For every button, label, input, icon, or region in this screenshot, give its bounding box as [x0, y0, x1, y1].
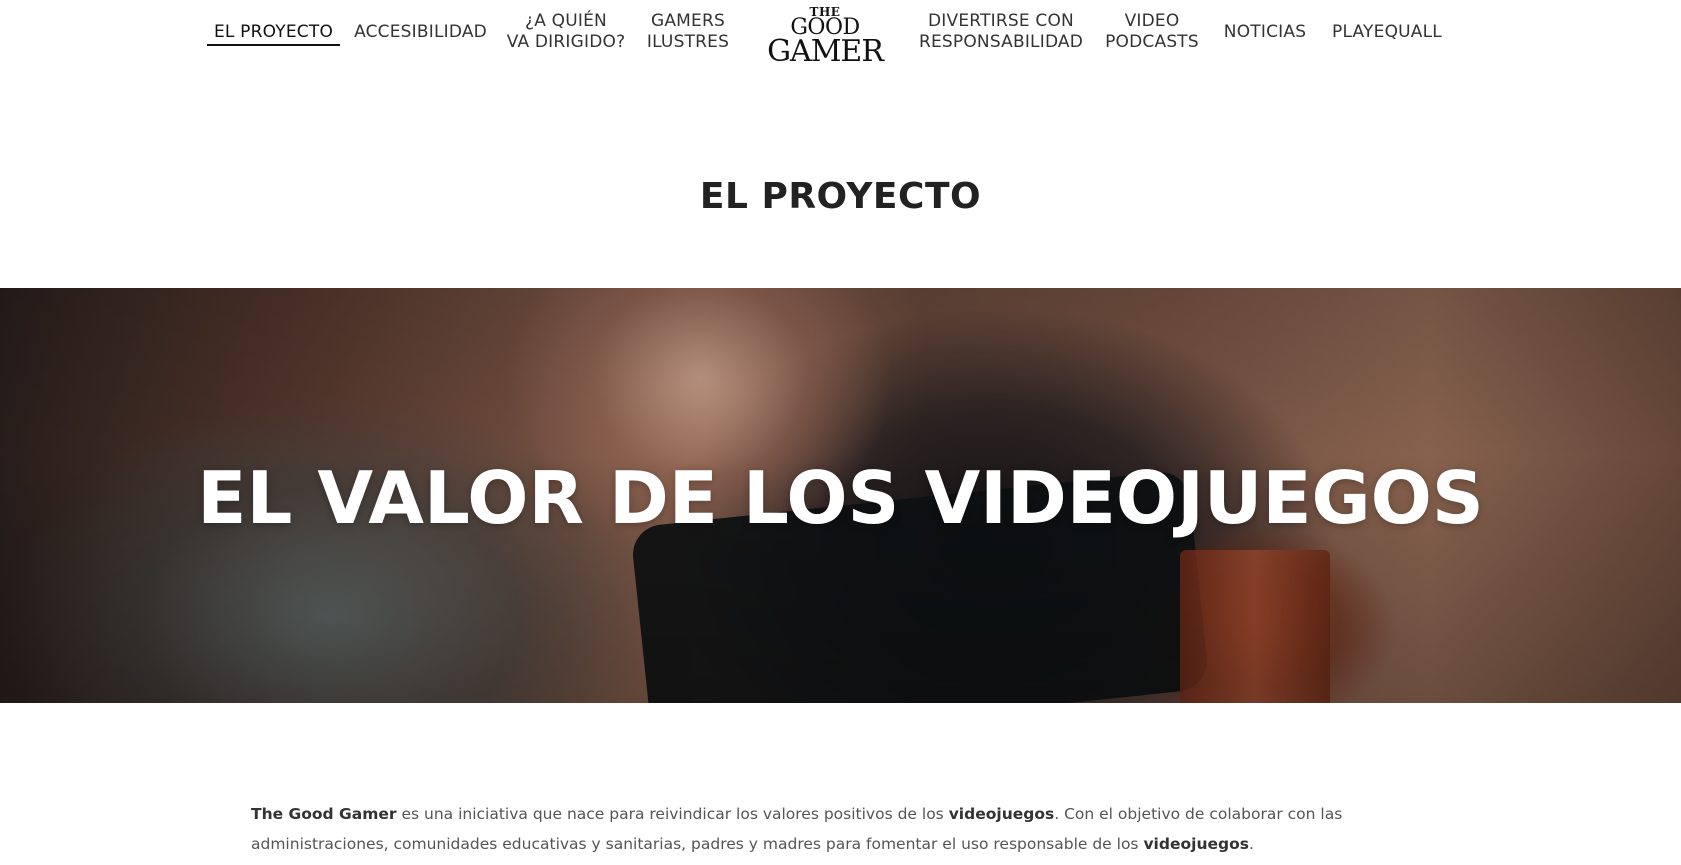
nav-label-line-1: VIDEO	[1124, 11, 1180, 31]
nav-video-podcasts[interactable]: VIDEO PODCASTS	[1104, 0, 1200, 64]
intro-paragraph: The Good Gamer es una iniciativa que nac…	[251, 799, 1411, 859]
nav-a-quien-va-dirigido[interactable]: ¿A QUIÉN VA DIRIGIDO?	[507, 0, 625, 64]
nav-label-line-2: VA DIRIGIDO?	[506, 32, 626, 52]
intro-brand-name: The Good Gamer	[251, 805, 397, 823]
intro-keyword-2: videojuegos	[1143, 835, 1249, 853]
nav-gamers-ilustres[interactable]: GAMERS ILUSTRES	[645, 0, 731, 64]
nav-divertirse-con-responsabilidad[interactable]: DIVERTIRSE CON RESPONSABILIDAD	[918, 0, 1084, 64]
nav-label-line-2: ILUSTRES	[646, 32, 730, 52]
nav-accesibilidad[interactable]: ACCESIBILIDAD	[354, 0, 487, 64]
intro-text-1: es una iniciativa que nace para reivindi…	[396, 805, 949, 823]
hero-banner: EL VALOR DE LOS VIDEOJUEGOS	[0, 288, 1681, 703]
nav-label-line-1: GAMERS	[650, 11, 725, 31]
intro-text-3: .	[1248, 835, 1254, 853]
nav-label: PLAYEQUALL	[1332, 21, 1442, 42]
nav-label-line-2: PODCASTS	[1105, 32, 1199, 52]
nav-label: ACCESIBILIDAD	[354, 21, 487, 42]
hero-title: EL VALOR DE LOS VIDEOJUEGOS	[197, 456, 1484, 540]
logo-gamer: GAMER	[767, 34, 884, 69]
nav-el-proyecto[interactable]: EL PROYECTO	[207, 0, 340, 64]
top-navigation: EL PROYECTO ACCESIBILIDAD ¿A QUIÉN VA DI…	[0, 0, 1681, 80]
nav-label: NOTICIAS	[1223, 21, 1307, 42]
intro-keyword-1: videojuegos	[948, 805, 1055, 823]
nav-noticias[interactable]: NOTICIAS	[1222, 0, 1308, 64]
nav-playequall[interactable]: PLAYEQUALL	[1330, 0, 1444, 64]
the-good-gamer-logo[interactable]: THE GOOD GAMER	[760, 6, 890, 68]
nav-label-line-2: RESPONSABILIDAD	[918, 32, 1084, 52]
nav-label-line-1: ¿A QUIÉN	[525, 11, 607, 31]
nav-label-line-1: DIVERTIRSE CON	[928, 11, 1074, 31]
nav-label: EL PROYECTO	[213, 21, 334, 42]
page-title: EL PROYECTO	[699, 176, 982, 217]
